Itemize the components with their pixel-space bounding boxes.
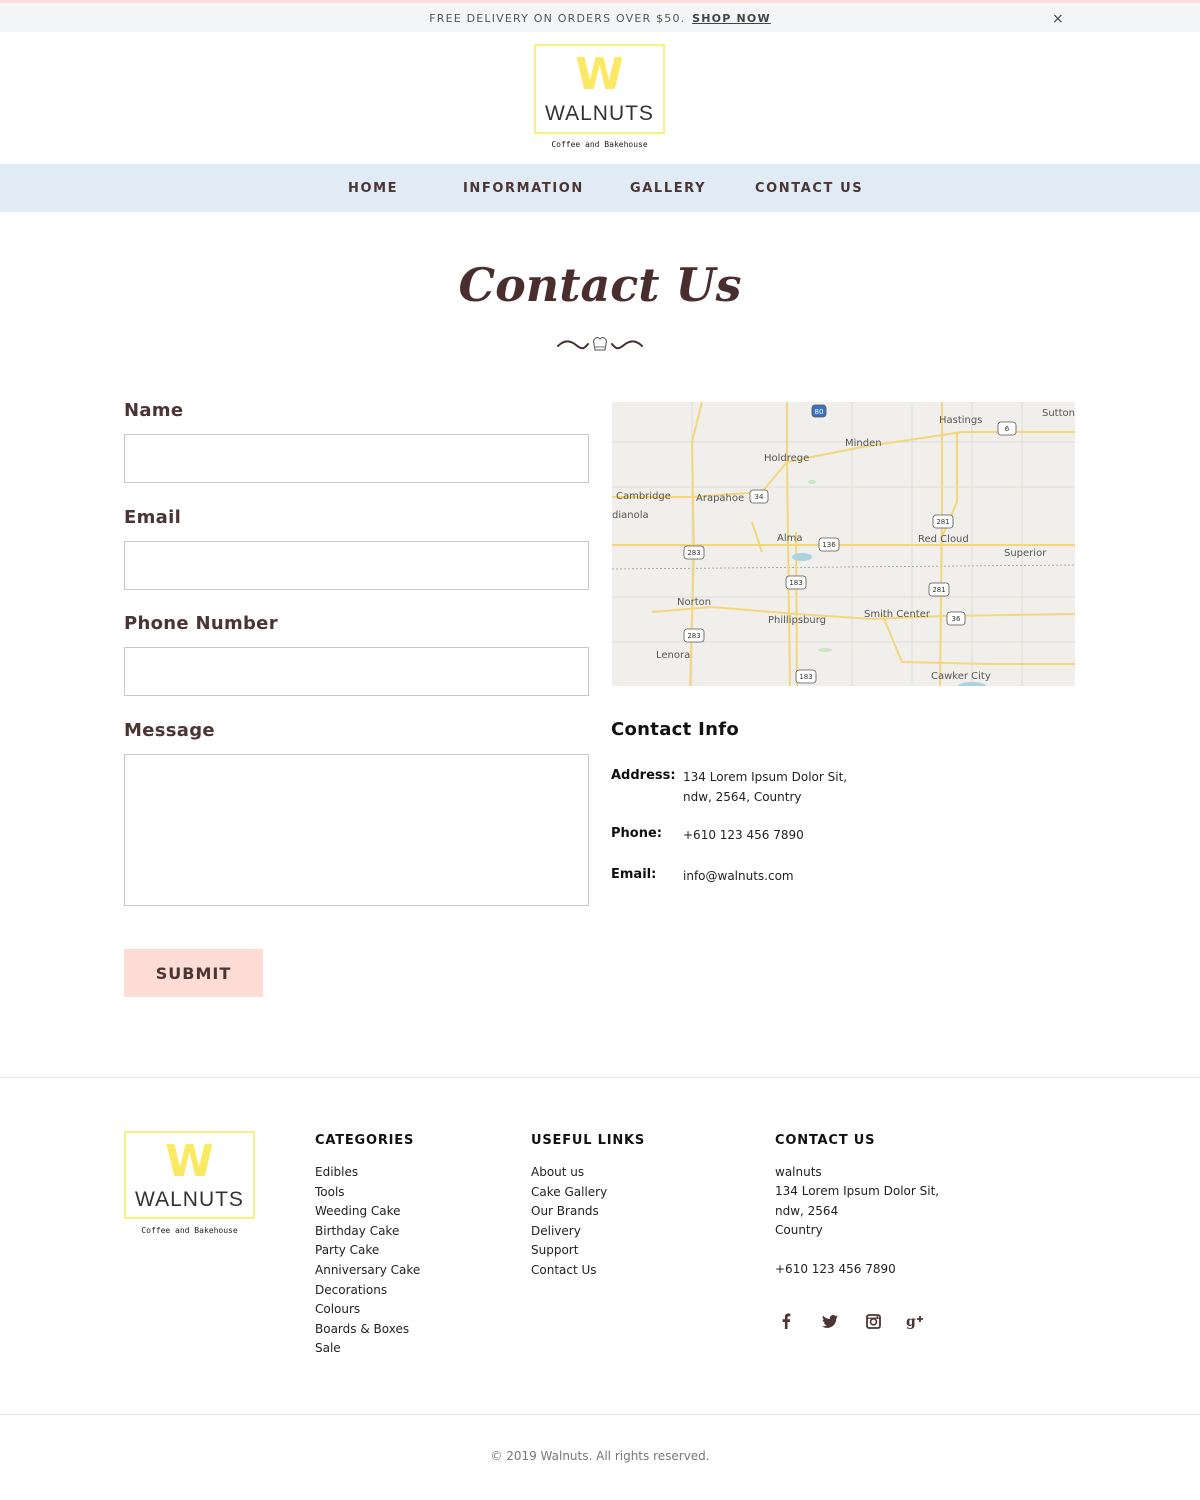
map-label: Hastings	[939, 415, 982, 426]
nav-information[interactable]: INFORMATION	[463, 181, 584, 196]
nav-home[interactable]: HOME	[348, 181, 398, 196]
map-label: Lenora	[656, 650, 690, 661]
location-map[interactable]: 80 6 34 281 283 136 183 281 36 283 183 H…	[612, 402, 1075, 686]
map-label: Superior	[1004, 548, 1047, 559]
footer-link[interactable]: Party Cake	[315, 1241, 420, 1261]
promo-message: FREE DELIVERY ON ORDERS OVER $50. SHOP N…	[429, 12, 771, 25]
map-shield: 36	[952, 615, 961, 623]
map-label: Cawker City	[931, 671, 991, 682]
nav-gallery[interactable]: GALLERY	[630, 181, 706, 196]
map-shield: 183	[799, 673, 812, 681]
address-label: Address:	[611, 768, 676, 783]
footer-contact-title: CONTACT US	[775, 1133, 876, 1148]
message-textarea[interactable]	[124, 754, 589, 906]
footer-link[interactable]: Colours	[315, 1300, 420, 1320]
logo-name: WALNUTS	[135, 1188, 244, 1211]
phone-info-value: +610 123 456 7890	[683, 828, 804, 842]
logo-mark: W	[575, 49, 624, 100]
map-shield: 80	[815, 408, 824, 416]
footer-logo-tagline: Coffee and Bakehouse	[141, 1226, 238, 1235]
footer-useful-links-list: About us Cake Gallery Our Brands Deliver…	[531, 1163, 607, 1281]
map-label: Cambridge	[616, 491, 671, 502]
footer-link[interactable]: Decorations	[315, 1281, 420, 1301]
announcement-bar: FREE DELIVERY ON ORDERS OVER $50. SHOP N…	[0, 0, 1200, 32]
message-label: Message	[124, 720, 215, 741]
footer-link[interactable]: Cake Gallery	[531, 1183, 607, 1203]
footer-link[interactable]: Anniversary Cake	[315, 1261, 420, 1281]
map-shield: 34	[755, 493, 764, 501]
phone-label: Phone Number	[124, 613, 278, 634]
logo-tagline: Coffee and Bakehouse	[551, 140, 648, 149]
footer-link[interactable]: Sale	[315, 1339, 420, 1359]
map-label: Red Cloud	[918, 534, 969, 545]
footer-link[interactable]: Our Brands	[531, 1202, 607, 1222]
footer-bottom-divider	[0, 1414, 1200, 1415]
facebook-icon[interactable]	[776, 1312, 796, 1330]
footer-divider	[0, 1077, 1200, 1078]
footer-contact-phone: +610 123 456 7890	[775, 1262, 896, 1276]
email-input[interactable]	[124, 541, 589, 590]
map-shield: 183	[789, 579, 802, 587]
name-label: Name	[124, 400, 184, 421]
phone-info-label: Phone:	[611, 826, 662, 841]
footer-link[interactable]: Tools	[315, 1183, 420, 1203]
footer-link[interactable]: Support	[531, 1241, 607, 1261]
email-info-label: Email:	[611, 867, 657, 882]
header-logo[interactable]: W WALNUTS	[534, 44, 665, 134]
footer-contact-line3: Country	[775, 1223, 823, 1237]
map-label: Alma	[777, 533, 803, 544]
map-graphic: 80 6 34 281 283 136 183 281 36 283 183 H…	[612, 402, 1075, 686]
copyright-text: © 2019 Walnuts. All rights reserved.	[490, 1449, 710, 1463]
footer-link[interactable]: Birthday Cake	[315, 1222, 420, 1242]
footer-link[interactable]: Edibles	[315, 1163, 420, 1183]
footer-contact-name: walnuts	[775, 1165, 822, 1179]
map-label: Arapahoe	[696, 493, 744, 504]
footer-categories-list: Edibles Tools Weeding Cake Birthday Cake…	[315, 1163, 420, 1359]
close-icon[interactable]: ×	[1052, 12, 1064, 26]
instagram-icon[interactable]	[863, 1312, 883, 1330]
map-label: dianola	[612, 510, 649, 521]
logo-mark: W	[165, 1136, 214, 1187]
footer-useful-links-title: USEFUL LINKS	[531, 1133, 646, 1148]
phone-input[interactable]	[124, 647, 589, 696]
footer-link[interactable]: Delivery	[531, 1222, 607, 1242]
map-label: Phillipsburg	[768, 615, 826, 626]
name-input[interactable]	[124, 434, 589, 483]
map-shield: 281	[936, 518, 949, 526]
nav-contact-us[interactable]: CONTACT US	[755, 181, 863, 196]
footer-link[interactable]: About us	[531, 1163, 607, 1183]
footer-logo[interactable]: W WALNUTS	[124, 1131, 255, 1219]
map-shield: 283	[687, 549, 700, 557]
map-label: Minden	[845, 438, 882, 449]
footer-link[interactable]: Weeding Cake	[315, 1202, 420, 1222]
page-title: Contact Us	[458, 258, 742, 312]
map-label: Smith Center	[864, 609, 931, 620]
footer-contact-line2: ndw, 2564	[775, 1204, 839, 1218]
map-shield: 6	[1005, 425, 1010, 433]
footer-link[interactable]: Boards & Boxes	[315, 1320, 420, 1340]
address-value: 134 Lorem Ipsum Dolor Sit, ndw, 2564, Co…	[683, 770, 848, 804]
email-info-value[interactable]: info@walnuts.com	[683, 866, 794, 886]
map-label: Sutton	[1042, 408, 1075, 419]
google-plus-icon[interactable]: g	[905, 1312, 925, 1330]
map-shield: 136	[822, 541, 836, 549]
map-label: Norton	[677, 597, 711, 608]
footer-link[interactable]: Contact Us	[531, 1261, 607, 1281]
footer-categories-title: CATEGORIES	[315, 1133, 415, 1148]
map-shield: 283	[687, 632, 700, 640]
footer-contact-line1: 134 Lorem Ipsum Dolor Sit,	[775, 1184, 940, 1198]
chef-hat-ornament-icon	[557, 337, 643, 351]
submit-button[interactable]: SUBMIT	[124, 949, 263, 997]
shop-now-link[interactable]: SHOP NOW	[692, 12, 771, 25]
main-nav: HOME INFORMATION GALLERY CONTACT US	[0, 164, 1200, 212]
logo-name: WALNUTS	[545, 102, 654, 125]
map-shield: 281	[932, 586, 945, 594]
map-label: Holdrege	[764, 453, 809, 464]
svg-text:g: g	[906, 1314, 916, 1329]
contact-info-title: Contact Info	[611, 719, 739, 740]
email-label: Email	[124, 507, 182, 528]
twitter-icon[interactable]	[820, 1312, 840, 1330]
